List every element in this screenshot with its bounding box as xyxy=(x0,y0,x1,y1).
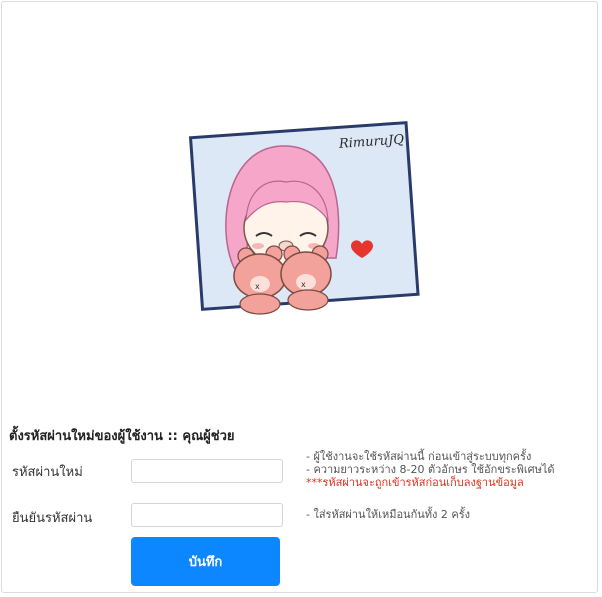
confirm-password-input[interactable] xyxy=(131,503,283,527)
hint-password-usage: - ผู้ใช้งานจะใช้รหัสผ่านนี้ ก่อนเข้าสู่ร… xyxy=(306,450,532,463)
svg-text:x: x xyxy=(301,280,306,289)
save-button[interactable]: บันทึก xyxy=(131,537,280,586)
confirm-password-label: ยืนยันรหัสผ่าน xyxy=(12,511,93,526)
hint-password-length: - ความยาวระหว่าง 8-20 ตัวอักษร ใช้อักขระ… xyxy=(306,463,555,476)
svg-text:x: x xyxy=(255,282,260,291)
form-title: ตั้งรหัสผ่านใหม่ของผู้ใช้งาน :: คุณผู้ช่… xyxy=(9,429,235,444)
hint-password-encrypted: ***รหัสผ่านจะถูกเข้ารหัสก่อนเก็บลงฐานข้อ… xyxy=(306,476,524,489)
bear-right: x xyxy=(280,245,332,311)
bear-left: x xyxy=(233,245,287,315)
new-password-label: รหัสผ่านใหม่ xyxy=(12,465,83,480)
hint-confirm-password: - ใส่รหัสผ่านให้เหมือนกันทั้ง 2 ครั้ง xyxy=(306,508,471,521)
new-password-input[interactable] xyxy=(131,459,283,483)
chibi-illustration: RimuruJQ x x xyxy=(188,121,420,315)
